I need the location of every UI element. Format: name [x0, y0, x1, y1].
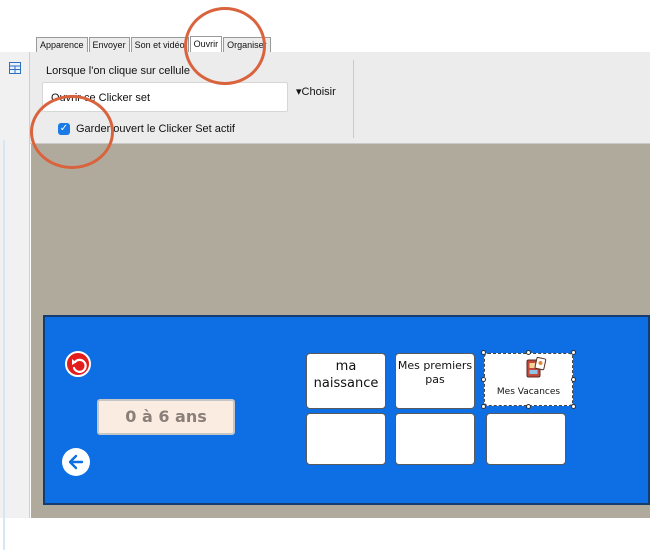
tab-envoyer[interactable]: Envoyer: [88, 37, 130, 52]
rail-strip: [3, 140, 5, 550]
cell-mes-premiers-pas[interactable]: Mes premiers pas: [395, 353, 475, 409]
choose-button[interactable]: ▾Choisir: [296, 85, 336, 98]
click-action-label: Lorsque l'on clique sur cellule: [46, 65, 190, 77]
cell-empty-3[interactable]: [486, 413, 566, 465]
properties-panel: Lorsque l'on clique sur cellule Ouvrir c…: [30, 52, 650, 144]
cell-empty-2[interactable]: [395, 413, 475, 465]
resize-handle[interactable]: [481, 350, 486, 355]
cell-empty-1[interactable]: [306, 413, 386, 465]
tab-apparence[interactable]: Apparence: [36, 37, 88, 52]
clicker-board: 0 à 6 ans ma naissance Mes premiers pas …: [43, 315, 650, 505]
age-range-label: 0 à 6 ans: [97, 399, 235, 435]
previous-button[interactable]: [62, 448, 90, 476]
cell-label: Mes Vacances: [496, 387, 561, 397]
cell-label: ma naissance: [313, 359, 379, 391]
left-arrow-icon: [68, 454, 84, 470]
red-undo-icon: [72, 358, 87, 373]
resize-handle[interactable]: [571, 350, 576, 355]
annotation-circle-ouvrir-tab: [184, 7, 266, 85]
left-rail: [0, 52, 30, 550]
resize-handle[interactable]: [571, 377, 576, 382]
grid-icon[interactable]: [9, 62, 21, 74]
resize-handle[interactable]: [571, 404, 576, 409]
annotation-circle-keep-open: [30, 95, 114, 169]
back-button[interactable]: [65, 351, 91, 377]
resize-handle[interactable]: [526, 350, 531, 355]
cell-label: Mes premiers pas: [397, 359, 473, 386]
resize-handle[interactable]: [526, 404, 531, 409]
cell-mes-vacances[interactable]: Mes Vacances: [481, 350, 576, 409]
cell-ma-naissance[interactable]: ma naissance: [306, 353, 386, 409]
top-strip: [0, 0, 650, 36]
panel-divider: [353, 60, 354, 138]
resize-handle[interactable]: [481, 404, 486, 409]
tab-son-et-video[interactable]: Son et vidéo: [130, 37, 189, 52]
photo-album-icon: [526, 357, 547, 378]
resize-handle[interactable]: [481, 377, 486, 382]
